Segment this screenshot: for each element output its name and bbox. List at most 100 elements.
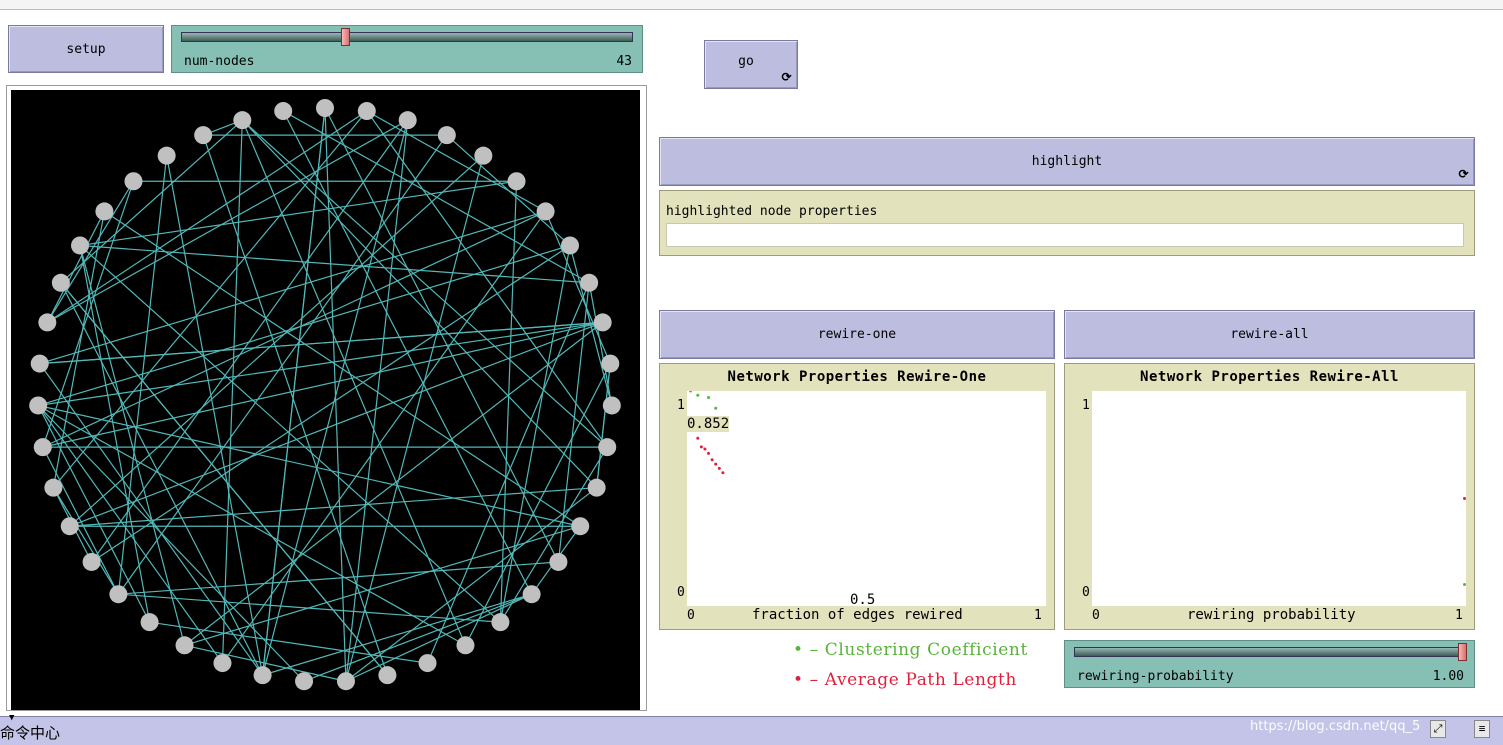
network-link [366, 110, 546, 212]
x-axis-label: rewiring probability [1187, 607, 1356, 623]
layout-icon[interactable]: ≡ [1474, 720, 1490, 738]
network-node[interactable] [233, 111, 252, 130]
world-view[interactable] [6, 85, 647, 711]
network-node[interactable] [316, 99, 334, 117]
network-node[interactable] [124, 172, 143, 191]
network-link [104, 210, 581, 527]
annotation-label: 0.852 [687, 416, 730, 432]
network-link [60, 119, 243, 284]
network-link [39, 321, 603, 365]
network-node[interactable] [601, 354, 620, 373]
highlight-button-label: highlight [1031, 154, 1103, 169]
network-node[interactable] [491, 613, 510, 632]
rewiring-probability-slider-track[interactable] [1074, 647, 1465, 657]
network-node[interactable] [398, 111, 417, 130]
network-node[interactable] [507, 172, 526, 191]
network-node[interactable] [357, 102, 376, 121]
plot-point [707, 395, 711, 399]
network-link [42, 210, 546, 448]
legend-bullet: • [793, 640, 804, 660]
network-link [282, 110, 533, 595]
network-link [79, 245, 501, 623]
network-node[interactable] [140, 613, 159, 632]
world-view-canvas[interactable] [11, 90, 640, 710]
network-node[interactable] [44, 478, 63, 497]
network-node[interactable] [378, 666, 397, 685]
network-node[interactable] [474, 146, 493, 165]
network-node[interactable] [456, 636, 475, 655]
plot-point [710, 458, 714, 462]
forever-icon: ⟳ [1458, 167, 1469, 181]
setup-button[interactable]: setup [8, 25, 164, 73]
plot-point [714, 406, 718, 410]
network-node[interactable] [536, 202, 555, 221]
x-min-tick: 0 [687, 608, 695, 623]
plot-rewire-one: Network Properties Rewire-One 1 0 0 1 fr… [659, 363, 1055, 630]
num-nodes-slider[interactable]: num-nodes 43 [171, 25, 643, 73]
network-node[interactable] [60, 517, 79, 536]
network-node[interactable] [157, 146, 176, 165]
x-axis-label: fraction of edges rewired [752, 607, 963, 623]
network-node[interactable] [522, 585, 541, 604]
legend-label: – Average Path Length [809, 670, 1017, 690]
network-node[interactable] [571, 517, 590, 536]
network-node[interactable] [587, 478, 606, 497]
rewiring-probability-slider-handle[interactable] [1458, 643, 1467, 661]
network-link [221, 211, 547, 664]
rewiring-probability-slider[interactable]: rewiring-probability 1.00 [1064, 640, 1475, 688]
plot-rewire-all: Network Properties Rewire-All 1 0 0 1 re… [1064, 363, 1475, 630]
command-center-title: 命令中心 [0, 724, 61, 742]
network-link [117, 134, 448, 595]
network-link [42, 446, 119, 595]
network-link [42, 321, 603, 448]
network-node[interactable] [33, 438, 52, 457]
network-link [303, 593, 532, 682]
network-node[interactable] [580, 273, 599, 292]
network-link [166, 155, 264, 676]
network-link [588, 282, 613, 406]
legend-bullet: • [793, 670, 804, 690]
network-node[interactable] [598, 438, 617, 457]
y-max-tick: 1 [1082, 398, 1090, 413]
num-nodes-slider-value: 43 [616, 54, 632, 69]
rewiring-probability-slider-value: 1.00 [1432, 669, 1464, 684]
toolbar-strip [0, 0, 1503, 10]
network-node[interactable] [71, 236, 90, 255]
network-node[interactable] [602, 396, 621, 415]
setup-button-label: setup [66, 41, 106, 57]
network-node[interactable] [549, 552, 568, 571]
network-link [37, 404, 466, 646]
legend-label: – Clustering Coefficient [809, 640, 1028, 660]
network-node[interactable] [336, 672, 355, 691]
network-node[interactable] [38, 313, 57, 332]
network-node[interactable] [274, 102, 293, 121]
expand-icon[interactable]: ⤢ [1430, 720, 1446, 738]
network-node[interactable] [194, 126, 213, 145]
network-node[interactable] [437, 126, 456, 145]
network-node[interactable] [51, 273, 70, 292]
network-node[interactable] [253, 666, 272, 685]
network-node[interactable] [109, 585, 128, 604]
monitor-label: highlighted node properties [666, 204, 878, 219]
network-node[interactable] [593, 313, 612, 332]
network-node[interactable] [560, 236, 579, 255]
network-node[interactable] [213, 654, 232, 673]
rewire-one-button[interactable]: rewire-one [659, 310, 1055, 359]
network-link [241, 119, 467, 646]
network-node[interactable] [175, 636, 194, 655]
highlight-button[interactable]: highlight ⟳ [659, 137, 1475, 186]
network-node[interactable] [30, 354, 49, 373]
network-node[interactable] [95, 202, 114, 221]
rewire-all-button[interactable]: rewire-all [1064, 310, 1475, 359]
network-node[interactable] [82, 552, 101, 571]
network-node[interactable] [418, 654, 437, 673]
num-nodes-slider-handle[interactable] [341, 28, 351, 46]
num-nodes-slider-track[interactable] [181, 32, 633, 42]
rewire-all-button-label: rewire-all [1230, 327, 1309, 342]
plot-point [707, 451, 711, 455]
network-node[interactable] [295, 672, 314, 691]
go-button[interactable]: go ⟳ [704, 40, 798, 89]
plot-title: Network Properties Rewire-One [727, 369, 987, 385]
network-link [282, 110, 590, 284]
network-node[interactable] [29, 396, 48, 415]
